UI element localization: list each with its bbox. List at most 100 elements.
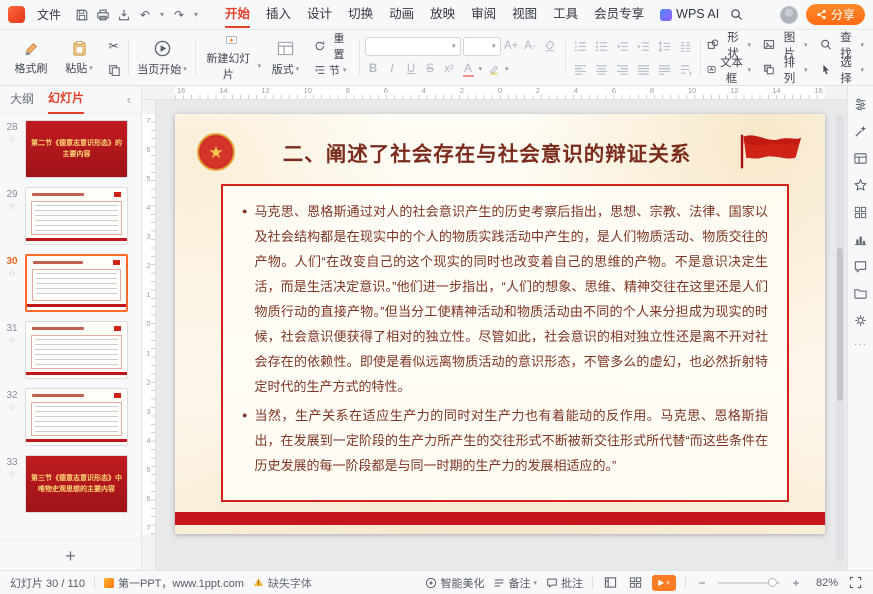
play-from-current-button[interactable]: 当页开始▾ (134, 34, 190, 82)
export-icon[interactable] (115, 6, 133, 24)
tab-slides[interactable]: 幻灯片 (48, 85, 84, 114)
zoom-out-button[interactable]: − (695, 576, 709, 590)
search-icon[interactable] (727, 6, 745, 24)
slide-sorter-view-button[interactable] (627, 575, 643, 591)
text-direction-icon[interactable] (676, 60, 695, 79)
underline-button[interactable]: U (403, 60, 420, 78)
chart-helper-icon[interactable] (853, 231, 869, 247)
template-source[interactable]: 第一PPT，www.1ppt.com (104, 575, 244, 591)
tab-animation[interactable]: 动画 (381, 0, 422, 29)
tab-home[interactable]: 开始 (217, 0, 258, 29)
wps-logo[interactable] (8, 6, 25, 23)
slideshow-play-button[interactable]: ▶▾ (652, 575, 676, 591)
bullet-text[interactable]: 当然，生产关系在适应生产力的同时对生产力也有着能动的反作用。马克思、恩格斯指出，… (254, 403, 768, 478)
numbered-list-icon[interactable] (592, 37, 611, 56)
justify-icon[interactable] (634, 60, 653, 79)
increase-font-button[interactable]: A+ (503, 37, 520, 55)
decrease-indent-icon[interactable] (613, 37, 632, 56)
slide-thumbnail-32[interactable]: 32☆ (2, 388, 137, 446)
tab-insert[interactable]: 插入 (258, 0, 299, 29)
star-icon[interactable]: ☆ (8, 336, 16, 345)
design-panel-icon[interactable] (853, 150, 869, 166)
canvas-scrollbar[interactable] (836, 114, 844, 562)
increase-indent-icon[interactable] (634, 37, 653, 56)
share-button[interactable]: 分享 (806, 4, 865, 25)
font-color-button[interactable]: A (460, 60, 477, 78)
tab-outline[interactable]: 大纲 (10, 86, 34, 113)
star-icon[interactable]: ☆ (8, 269, 16, 278)
copy-icon[interactable] (104, 60, 123, 79)
star-icon[interactable]: ☆ (8, 470, 16, 479)
line-spacing-icon[interactable] (655, 37, 674, 56)
font-family-select[interactable]: ▾ (365, 37, 461, 56)
arrange-button[interactable]: 排列▾ (763, 54, 807, 86)
new-slide-button[interactable]: 新建幻灯片▾ (201, 34, 261, 82)
zoom-in-button[interactable]: + (789, 576, 803, 590)
tab-slideshow[interactable]: 放映 (422, 0, 463, 29)
animation-panel-icon[interactable] (853, 177, 869, 193)
clear-format-icon[interactable] (541, 37, 560, 56)
columns-icon[interactable] (676, 37, 695, 56)
star-icon[interactable]: ☆ (8, 135, 16, 144)
file-menu-button[interactable]: 文件 (31, 4, 67, 26)
bold-button[interactable]: B (365, 60, 382, 78)
save-icon[interactable] (73, 6, 91, 24)
smart-beautify-button[interactable]: 智能美化 (425, 575, 484, 591)
slide-thumbnail-28[interactable]: 28☆ 第二节《德意志意识形态》的主要内容 (2, 120, 137, 178)
redo-caret-icon[interactable]: ▾ (191, 6, 201, 24)
redo-icon[interactable]: ↷ (170, 6, 188, 24)
resource-panel-icon[interactable] (853, 285, 869, 301)
slide-thumbnail-30-current[interactable]: 30☆ (2, 254, 137, 312)
align-center-icon[interactable] (592, 60, 611, 79)
highlight-caret-icon[interactable]: ▾ (505, 65, 509, 73)
section-button[interactable]: 节▾ (310, 60, 354, 79)
align-left-icon[interactable] (571, 60, 590, 79)
undo-icon[interactable]: ↶ (136, 6, 154, 24)
tab-design[interactable]: 设计 (299, 0, 340, 29)
slide-content-box[interactable]: ● 马克思、恩格斯通过对人的社会意识产生的历史考察后指出，思想、宗教、法律、国家… (221, 184, 789, 502)
settings-panel-icon[interactable] (853, 312, 869, 328)
normal-view-button[interactable] (602, 575, 618, 591)
superscript-button[interactable]: x² (441, 60, 458, 78)
add-slide-button[interactable]: + (65, 547, 76, 565)
textbox-button[interactable]: 文本框▾ (707, 54, 752, 86)
avatar[interactable] (780, 6, 798, 24)
material-library-icon[interactable] (853, 204, 869, 220)
slide-canvas[interactable]: ★ 二、阐述了社会存在与社会意识的辩证关系 ● 马克思、恩格斯通过对人的社会意识… (175, 114, 825, 534)
strikethrough-button[interactable]: S (422, 60, 439, 78)
star-icon[interactable]: ☆ (8, 202, 16, 211)
tab-member[interactable]: 会员专享 (586, 0, 652, 29)
zoom-slider-thumb[interactable] (768, 578, 777, 587)
beautify-panel-icon[interactable] (853, 123, 869, 139)
format-painter-button[interactable]: 格式刷 (8, 34, 54, 82)
highlight-color-icon[interactable] (484, 60, 503, 79)
tab-transition[interactable]: 切换 (340, 0, 381, 29)
bullet-text[interactable]: 马克思、恩格斯通过对人的社会意识产生的历史考察后指出，思想、宗教、法律、国家以及… (254, 199, 768, 399)
zoom-level[interactable]: 82% (812, 577, 838, 589)
tab-review[interactable]: 审阅 (463, 0, 504, 29)
tab-view[interactable]: 视图 (504, 0, 545, 29)
comments-button[interactable]: 批注 (546, 575, 583, 591)
slide-thumbnail-33[interactable]: 33☆ 第三节《德意志意识形态》中唯物史观思想的主要内容 (2, 455, 137, 513)
slide-title[interactable]: 二、阐述了社会存在与社会意识的辩证关系 (245, 137, 729, 167)
reset-button[interactable]: 重置 (310, 36, 354, 55)
notes-button[interactable]: 备注▾ (493, 575, 537, 591)
zoom-slider[interactable] (718, 582, 780, 584)
cut-icon[interactable]: ✂ (104, 36, 123, 55)
missing-font-warning[interactable]: 缺失字体 (253, 575, 312, 591)
comment-panel-icon[interactable] (853, 258, 869, 274)
print-icon[interactable] (94, 6, 112, 24)
italic-button[interactable]: I (384, 60, 401, 78)
canvas[interactable]: 765432101234567 ★ 二、阐述了社会存在与社会意识的辩证关系 ● … (142, 100, 847, 570)
font-size-select[interactable]: ▾ (463, 37, 501, 56)
tab-wps-ai[interactable]: WPS AI (652, 0, 727, 29)
paste-button[interactable]: 粘贴▾ (56, 34, 102, 82)
decrease-font-button[interactable]: A- (522, 37, 539, 55)
align-right-icon[interactable] (613, 60, 632, 79)
star-icon[interactable]: ☆ (8, 403, 16, 412)
bullet-list-icon[interactable] (571, 37, 590, 56)
fit-screen-button[interactable] (847, 575, 863, 591)
slide-thumbnail-31[interactable]: 31☆ (2, 321, 137, 379)
collapse-panel-icon[interactable]: ‹ (127, 92, 131, 107)
undo-caret-icon[interactable]: ▾ (157, 6, 167, 24)
